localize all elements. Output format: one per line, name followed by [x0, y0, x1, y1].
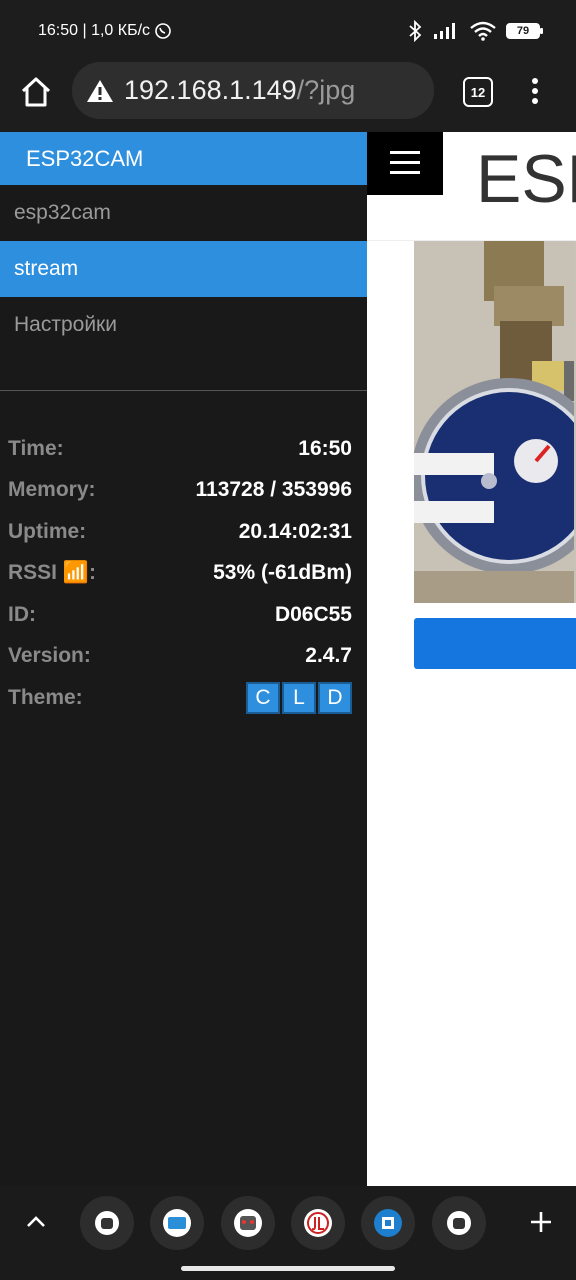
- url-host: 192.168.1.149: [124, 75, 297, 105]
- chevron-up-icon[interactable]: [22, 1208, 50, 1236]
- info-label: Uptime:: [8, 519, 87, 543]
- wifi-icon: [470, 21, 496, 41]
- info-value: D06C55: [274, 602, 352, 626]
- android-app-icon[interactable]: [80, 1196, 134, 1250]
- plus-icon[interactable]: [527, 1208, 555, 1236]
- home-icon[interactable]: [18, 74, 54, 110]
- more-options-icon[interactable]: [524, 76, 546, 106]
- android-app-icon-2[interactable]: [432, 1196, 486, 1250]
- theme-button-l[interactable]: L: [282, 681, 316, 714]
- home-indicator[interactable]: [181, 1266, 395, 1271]
- hamburger-menu-icon[interactable]: [367, 132, 443, 195]
- device-info: Time: 16:50 Memory: 113728 / 353996 Upti…: [8, 428, 352, 719]
- info-row-rssi: RSSI 📶: 53% (-61dBm): [8, 553, 352, 595]
- sidebar-divider: [0, 390, 367, 391]
- theme-label: Theme:: [8, 685, 83, 709]
- sidebar-header[interactable]: ESP32CAM: [0, 132, 367, 185]
- battery-indicator: 79: [506, 23, 543, 39]
- info-row-version: Version: 2.4.7: [8, 636, 352, 678]
- url-text: 192.168.1.149/?jpg: [124, 75, 355, 106]
- info-label: Memory:: [8, 478, 96, 502]
- info-row-id: ID: D06C55: [8, 594, 352, 636]
- bluetooth-icon: [409, 20, 422, 42]
- sidebar-item-settings[interactable]: Настройки: [0, 297, 367, 353]
- camera-snapshot-image: [414, 241, 576, 603]
- status-time: 16:50 | 1,0 КБ/с: [38, 22, 151, 39]
- info-value: 2.4.7: [305, 644, 352, 668]
- sidebar-item-label: Настройки: [14, 313, 117, 336]
- status-left: 16:50 | 1,0 КБ/с: [38, 22, 172, 40]
- robot-app-icon[interactable]: [221, 1196, 275, 1250]
- jl-app-icon[interactable]: [291, 1196, 345, 1250]
- sidebar-item-label: stream: [14, 257, 79, 280]
- battery-level: 79: [516, 25, 530, 37]
- sidebar-item-stream[interactable]: stream: [0, 241, 367, 297]
- tabs-button[interactable]: 12: [463, 77, 493, 107]
- info-value: 20.14:02:31: [238, 519, 352, 543]
- address-bar[interactable]: 192.168.1.149/?jpg: [72, 62, 434, 119]
- info-label: RSSI 📶:: [8, 561, 96, 585]
- info-label: Time:: [8, 436, 64, 460]
- sidebar-title: ESP32CAM: [26, 145, 144, 171]
- info-label: ID:: [8, 602, 36, 626]
- page-title: ESP32CAM: [476, 141, 576, 217]
- sidebar-item-label: esp32cam: [14, 201, 111, 224]
- url-path: /?jpg: [296, 75, 356, 105]
- status-bar: 16:50 | 1,0 КБ/с 79: [0, 0, 576, 62]
- info-row-uptime: Uptime: 20.14:02:31: [8, 511, 352, 553]
- info-row-theme: Theme: C L D: [8, 677, 352, 719]
- signal-icon: [434, 23, 455, 39]
- info-row-memory: Memory: 113728 / 353996: [8, 470, 352, 512]
- action-button[interactable]: [414, 618, 576, 669]
- warning-icon[interactable]: [86, 78, 114, 104]
- theme-button-c[interactable]: C: [246, 681, 280, 714]
- tab-count: 12: [470, 84, 486, 100]
- status-right: 79: [408, 20, 543, 42]
- chip-app-icon[interactable]: [361, 1196, 415, 1250]
- info-value: 53% (-61dBm): [213, 561, 352, 585]
- router-app-icon[interactable]: [150, 1196, 204, 1250]
- theme-switcher: C L D: [246, 681, 352, 714]
- theme-button-d[interactable]: D: [318, 681, 352, 714]
- browser-toolbar: 192.168.1.149/?jpg 12: [0, 62, 576, 132]
- sidebar: ESP32CAM esp32cam stream Настройки Time:…: [0, 132, 367, 1186]
- info-row-time: Time: 16:50: [8, 428, 352, 470]
- sidebar-item-esp32cam[interactable]: esp32cam: [0, 185, 367, 241]
- info-label: Version:: [8, 644, 91, 668]
- info-value: 113728 / 353996: [195, 478, 353, 502]
- viber-icon: [155, 23, 171, 39]
- info-value: 16:50: [298, 436, 352, 460]
